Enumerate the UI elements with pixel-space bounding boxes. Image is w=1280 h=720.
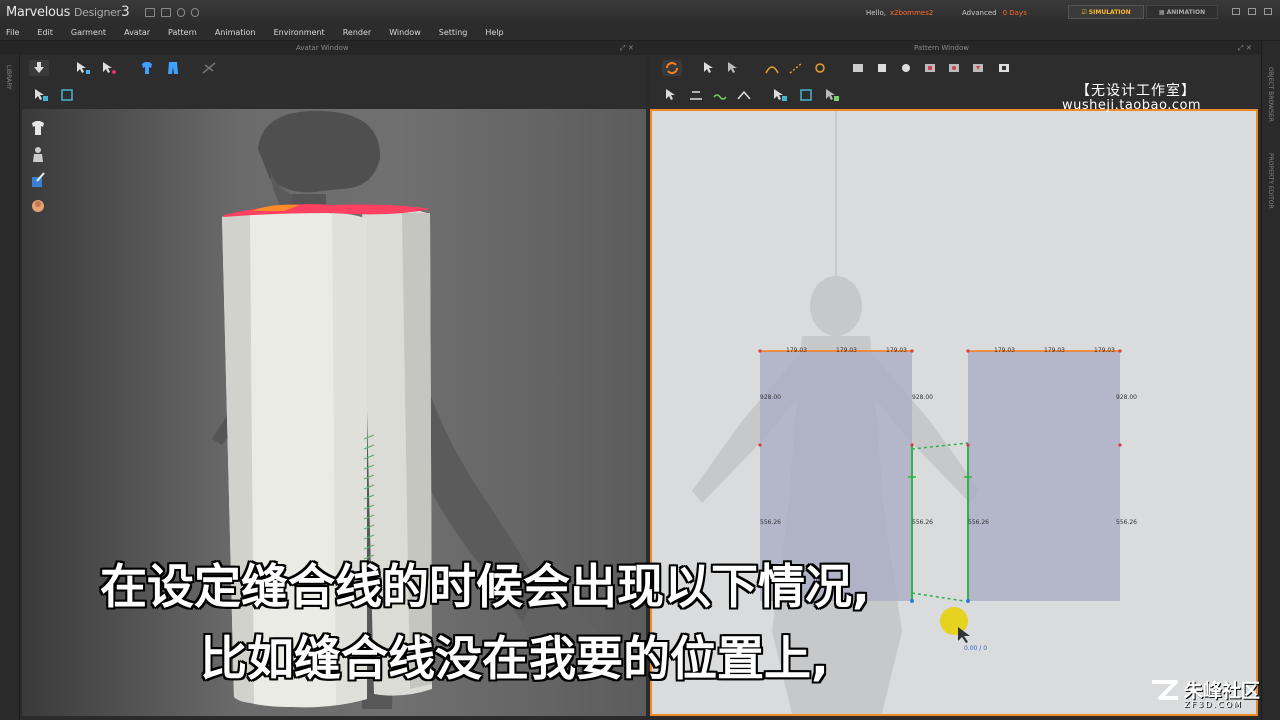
corner-logo-name: 朱峰社区 — [1184, 680, 1261, 702]
zf-logo-icon — [1152, 679, 1178, 700]
dim-top-right-3: 179.03 — [1094, 347, 1115, 354]
maximize-icon[interactable] — [1248, 8, 1256, 15]
cursor-readout: 0.00 / 0 — [964, 645, 988, 652]
app-logo: Marvelous Designer3 — [6, 4, 130, 20]
trace-tool-icon[interactable] — [662, 87, 682, 103]
internal-rect-icon[interactable] — [920, 60, 940, 76]
pattern-arrange-icon[interactable] — [822, 87, 842, 103]
menu-animation[interactable]: Animation — [215, 28, 256, 37]
avatar-window-controls-icon[interactable]: ⤢ ✕ — [620, 44, 634, 53]
pattern-window-title: Pattern Window — [914, 44, 970, 52]
cursor-highlight — [940, 607, 968, 635]
button-tool-icon[interactable] — [994, 60, 1014, 76]
menu-file[interactable]: File — [6, 28, 19, 37]
menu-help[interactable]: Help — [485, 28, 503, 37]
dim-mid-left-top: 928.00 — [912, 394, 933, 401]
window-label-row: Avatar Window Pattern Window ⤢ ✕ ⤢ ✕ — [0, 41, 1280, 55]
menu-setting[interactable]: Setting — [439, 28, 468, 37]
internal-circle-icon[interactable] — [944, 60, 964, 76]
avatar-display-icon[interactable] — [28, 144, 48, 164]
dim-mid-left-bottom: 556.26 — [912, 519, 933, 526]
dart-tool-icon[interactable] — [968, 60, 988, 76]
menu-avatar[interactable]: Avatar — [124, 28, 150, 37]
watermark-url: wusheji.taobao.com — [1062, 98, 1202, 113]
free-seam-icon[interactable] — [786, 60, 806, 76]
dim-top-right-2: 179.03 — [1044, 347, 1065, 354]
save-icon[interactable] — [145, 7, 156, 17]
dim-right-top: 928.00 — [1116, 394, 1137, 401]
title-bar: Marvelous Designer3 Hello, x2bommes2 Adva… — [0, 0, 1280, 24]
pattern-piece-right[interactable] — [968, 351, 1120, 601]
menu-render[interactable]: Render — [343, 28, 371, 37]
circle-tool-icon[interactable] — [896, 60, 916, 76]
select-move-icon[interactable] — [73, 60, 93, 76]
avatar-box-icon[interactable] — [57, 87, 77, 103]
greeting: Hello, x2bommes2 — [866, 9, 934, 17]
right-panel-strip[interactable]: OBJECT BROWSER PROPERTY EDITOR — [1261, 41, 1280, 720]
object-browser-label[interactable]: OBJECT BROWSER — [1267, 67, 1274, 122]
refresh-icon[interactable] — [662, 60, 682, 76]
avatar-toolbar — [21, 55, 646, 109]
property-editor-label[interactable]: PROPERTY EDITOR — [1267, 153, 1274, 209]
dim-left-bottom: 556.26 — [760, 519, 781, 526]
select-pattern-icon[interactable] — [770, 87, 790, 103]
license-status: Advanced 0 Days — [962, 9, 1027, 17]
menu-environment[interactable]: Environment — [274, 28, 325, 37]
baseline-tool-icon[interactable] — [686, 87, 706, 103]
dim-top-left-1: 179.03 — [786, 347, 807, 354]
subtitle-line-2: 比如缝合线没在我要的位置上, — [200, 632, 829, 687]
pattern-box-icon[interactable] — [796, 87, 816, 103]
corner-logo-url: ZF3D.COM — [1184, 700, 1243, 709]
dim-top-right-1: 179.03 — [994, 347, 1015, 354]
tab-animation[interactable]: ▦ ANIMATION — [1146, 5, 1218, 19]
close-icon[interactable] — [1264, 8, 1272, 15]
minimize-icon[interactable] — [1232, 8, 1240, 15]
dim-right-bottom: 556.26 — [1116, 519, 1137, 526]
menu-garment[interactable]: Garment — [71, 28, 106, 37]
redo-icon[interactable] — [191, 7, 200, 17]
rectangle-tool-icon[interactable] — [848, 60, 868, 76]
edit-pattern-icon[interactable] — [724, 60, 744, 76]
fold-tool-icon[interactable] — [734, 87, 754, 103]
dim-left-top: 928.00 — [760, 394, 781, 401]
dim-top-left-2: 179.03 — [836, 347, 857, 354]
select-mesh-icon[interactable] — [99, 60, 119, 76]
garment-shirt-icon[interactable] — [137, 60, 157, 76]
dim-top-left-3: 179.03 — [886, 347, 907, 354]
garment-display-icon[interactable] — [28, 118, 48, 138]
drop-down-arrow-icon[interactable] — [29, 60, 49, 76]
library-panel-strip[interactable]: LIBRARY — [0, 55, 20, 720]
avatar-side-toolbar — [28, 118, 50, 222]
dim-mid-right-bottom: 556.26 — [968, 519, 989, 526]
undo-icon[interactable] — [177, 7, 186, 17]
elastic-tool-icon[interactable] — [710, 87, 730, 103]
username[interactable]: x2bommes2 — [890, 9, 933, 17]
corner-logo: 朱峰社区 ZF3D.COM — [1150, 676, 1261, 709]
menu-edit[interactable]: Edit — [37, 28, 53, 37]
avatar-window-title: Avatar Window — [296, 44, 349, 52]
menu-window[interactable]: Window — [389, 28, 421, 37]
edit-seam-icon[interactable] — [810, 60, 830, 76]
pattern-window-controls-icon[interactable]: ⤢ ✕ — [1238, 44, 1252, 53]
menu-bar: File Edit Garment Avatar Pattern Animati… — [0, 24, 1280, 41]
garment-pants-icon[interactable] — [163, 60, 183, 76]
tab-simulation[interactable]: ☑ SIMULATION — [1068, 5, 1144, 19]
open-icon[interactable] — [161, 7, 172, 17]
transform-pattern-icon[interactable] — [700, 60, 720, 76]
select-avatar-icon[interactable] — [31, 87, 51, 103]
skin-display-icon[interactable] — [28, 196, 48, 216]
menu-pattern[interactable]: Pattern — [168, 28, 197, 37]
segment-seam-icon[interactable] — [762, 60, 782, 76]
texture-display-icon[interactable] — [28, 170, 48, 190]
tack-icon[interactable] — [199, 60, 219, 76]
watermark-studio: 【无设计工作室】 — [1076, 83, 1196, 99]
subtitle-line-1: 在设定缝合线的时候会出现以下情况, — [100, 560, 870, 615]
square-tool-icon[interactable] — [872, 60, 892, 76]
library-label[interactable]: LIBRARY — [5, 65, 12, 90]
